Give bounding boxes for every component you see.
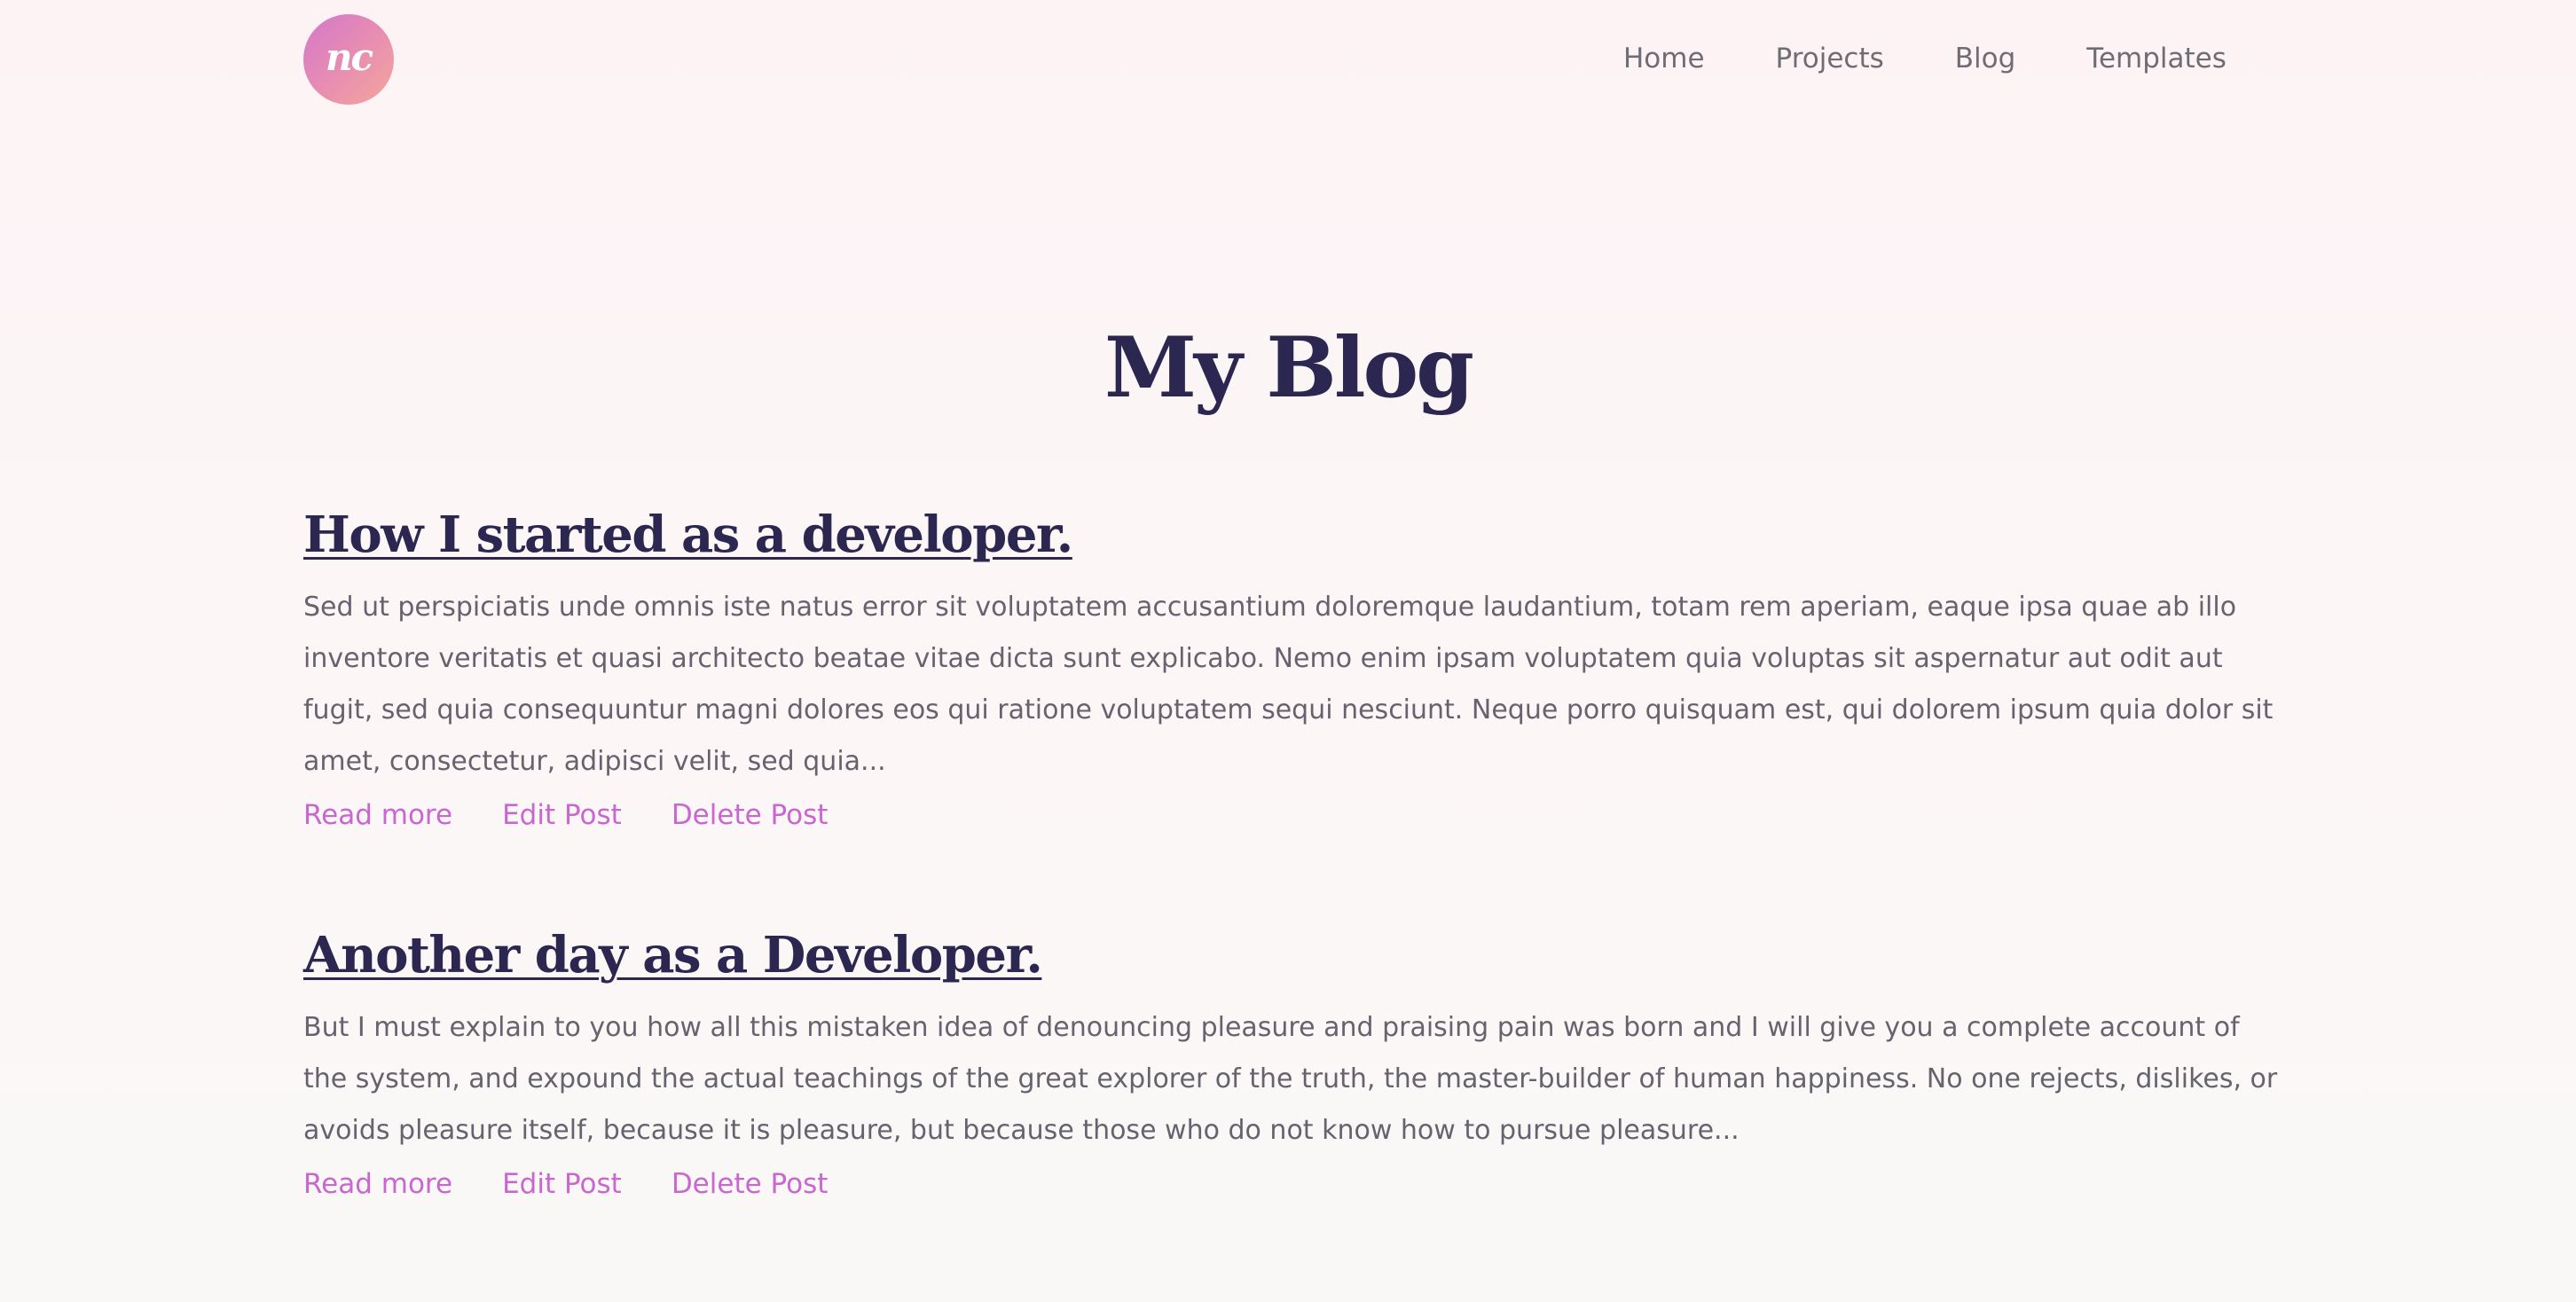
logo-home-link[interactable]: nc (303, 14, 394, 105)
edit-post-link[interactable]: Edit Post (502, 793, 622, 837)
read-more-link[interactable]: Read more (303, 793, 452, 837)
nav-link-home[interactable]: Home (1623, 39, 1705, 78)
post-excerpt: Sed ut perspiciatis unde omnis iste natu… (303, 592, 2274, 777)
site-header: nc Home Projects Blog Templates (0, 0, 2576, 117)
delete-post-link[interactable]: Delete Post (671, 1162, 829, 1206)
post-excerpt: But I must explain to you how all this m… (303, 1012, 2278, 1146)
page-title: My Blog (1104, 319, 1474, 417)
logo-monogram: nc (325, 35, 373, 79)
nav-link-projects[interactable]: Projects (1776, 39, 1884, 78)
blog-post: How I started as a developer. Sed ut per… (303, 502, 2281, 837)
nav-link-blog[interactable]: Blog (1955, 39, 2016, 78)
main-nav: Home Projects Blog Templates (1623, 39, 2227, 78)
post-title-link[interactable]: How I started as a developer. (303, 502, 1073, 568)
post-actions: Read more Edit Post Delete Post (303, 793, 2281, 837)
nav-link-templates[interactable]: Templates (2086, 39, 2227, 78)
delete-post-link[interactable]: Delete Post (671, 793, 829, 837)
edit-post-link[interactable]: Edit Post (502, 1162, 622, 1206)
blog-post: Another day as a Developer. But I must e… (303, 922, 2281, 1206)
post-actions: Read more Edit Post Delete Post (303, 1162, 2281, 1206)
post-title-link[interactable]: Another day as a Developer. (303, 922, 1043, 988)
read-more-link[interactable]: Read more (303, 1162, 452, 1206)
